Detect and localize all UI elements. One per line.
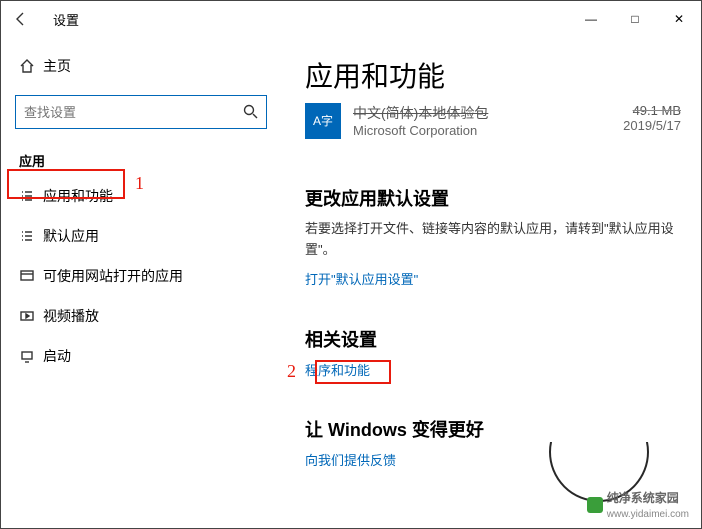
sidebar-item-video-playback[interactable]: 视频播放 xyxy=(1,296,281,336)
sidebar-home-label: 主页 xyxy=(43,56,71,76)
search-input[interactable] xyxy=(24,105,242,120)
app-size: 49.1 MB xyxy=(623,103,681,118)
sidebar-item-label: 启动 xyxy=(43,346,71,366)
watermark-logo-icon xyxy=(587,497,603,513)
open-default-apps-link[interactable]: 打开"默认应用设置" xyxy=(305,269,681,288)
search-box[interactable] xyxy=(15,95,267,129)
sidebar-item-apps-for-websites[interactable]: 可使用网站打开的应用 xyxy=(1,256,281,296)
window-title: 设置 xyxy=(53,10,79,29)
arrow-left-icon xyxy=(13,11,29,27)
annotation-label-1: 1 xyxy=(135,173,144,194)
sidebar-item-label: 可使用网站打开的应用 xyxy=(43,266,183,286)
app-date: 2019/5/17 xyxy=(623,118,681,133)
video-icon xyxy=(19,308,43,324)
block-title: 相关设置 xyxy=(305,326,681,352)
watermark-brand: 纯净系统家园 xyxy=(607,491,679,505)
block-title: 让 Windows 变得更好 xyxy=(305,416,681,442)
sidebar-item-default-apps[interactable]: 默认应用 xyxy=(1,216,281,256)
sidebar-section-label: 应用 xyxy=(1,143,281,176)
window-controls: — □ ✕ xyxy=(569,1,701,37)
sidebar-item-label: 应用和功能 xyxy=(43,186,113,206)
sidebar: 主页 应用 应用和功能 默认应用 可使用网站打开的应用 xyxy=(1,37,281,528)
app-tile-icon: A字 xyxy=(305,103,341,139)
change-defaults-block: 更改应用默认设置 若要选择打开文件、链接等内容的默认应用，请转到"默认应用设置"… xyxy=(305,185,681,288)
startup-icon xyxy=(19,348,43,364)
block-text: 若要选择打开文件、链接等内容的默认应用，请转到"默认应用设置"。 xyxy=(305,219,681,261)
watermark: 纯净系统家园 www.yidaimei.com xyxy=(587,489,689,520)
block-title: 更改应用默认设置 xyxy=(305,185,681,211)
page-title: 应用和功能 xyxy=(305,55,681,95)
sidebar-item-startup[interactable]: 启动 xyxy=(1,336,281,376)
search-icon xyxy=(242,103,258,122)
titlebar: 设置 — □ ✕ xyxy=(1,1,701,37)
defaults-icon xyxy=(19,228,43,244)
related-settings-block: 相关设置 程序和功能 xyxy=(305,326,681,380)
watermark-url: www.yidaimei.com xyxy=(607,509,689,520)
back-button[interactable] xyxy=(1,1,41,37)
annotation-label-2: 2 xyxy=(287,361,296,382)
minimize-button[interactable]: — xyxy=(569,1,613,37)
sidebar-item-label: 默认应用 xyxy=(43,226,99,246)
programs-and-features-link[interactable]: 程序和功能 xyxy=(305,360,370,379)
home-icon xyxy=(19,58,43,74)
website-icon xyxy=(19,268,43,284)
app-right: 49.1 MB 2019/5/17 xyxy=(623,103,681,133)
main-panel: 应用和功能 A字 中文(简体)本地体验包 Microsoft Corporati… xyxy=(281,37,701,528)
close-button[interactable]: ✕ xyxy=(657,1,701,37)
sidebar-item-home[interactable]: 主页 xyxy=(1,47,281,85)
content-area: 主页 应用 应用和功能 默认应用 可使用网站打开的应用 xyxy=(1,37,701,528)
sidebar-item-label: 视频播放 xyxy=(43,306,99,326)
maximize-button[interactable]: □ xyxy=(613,1,657,37)
app-row[interactable]: A字 中文(简体)本地体验包 Microsoft Corporation 49.… xyxy=(305,103,681,139)
app-meta: 中文(简体)本地体验包 Microsoft Corporation xyxy=(353,103,623,138)
app-name: 中文(简体)本地体验包 xyxy=(353,103,623,123)
app-publisher: Microsoft Corporation xyxy=(353,123,623,138)
list-icon xyxy=(19,188,43,204)
